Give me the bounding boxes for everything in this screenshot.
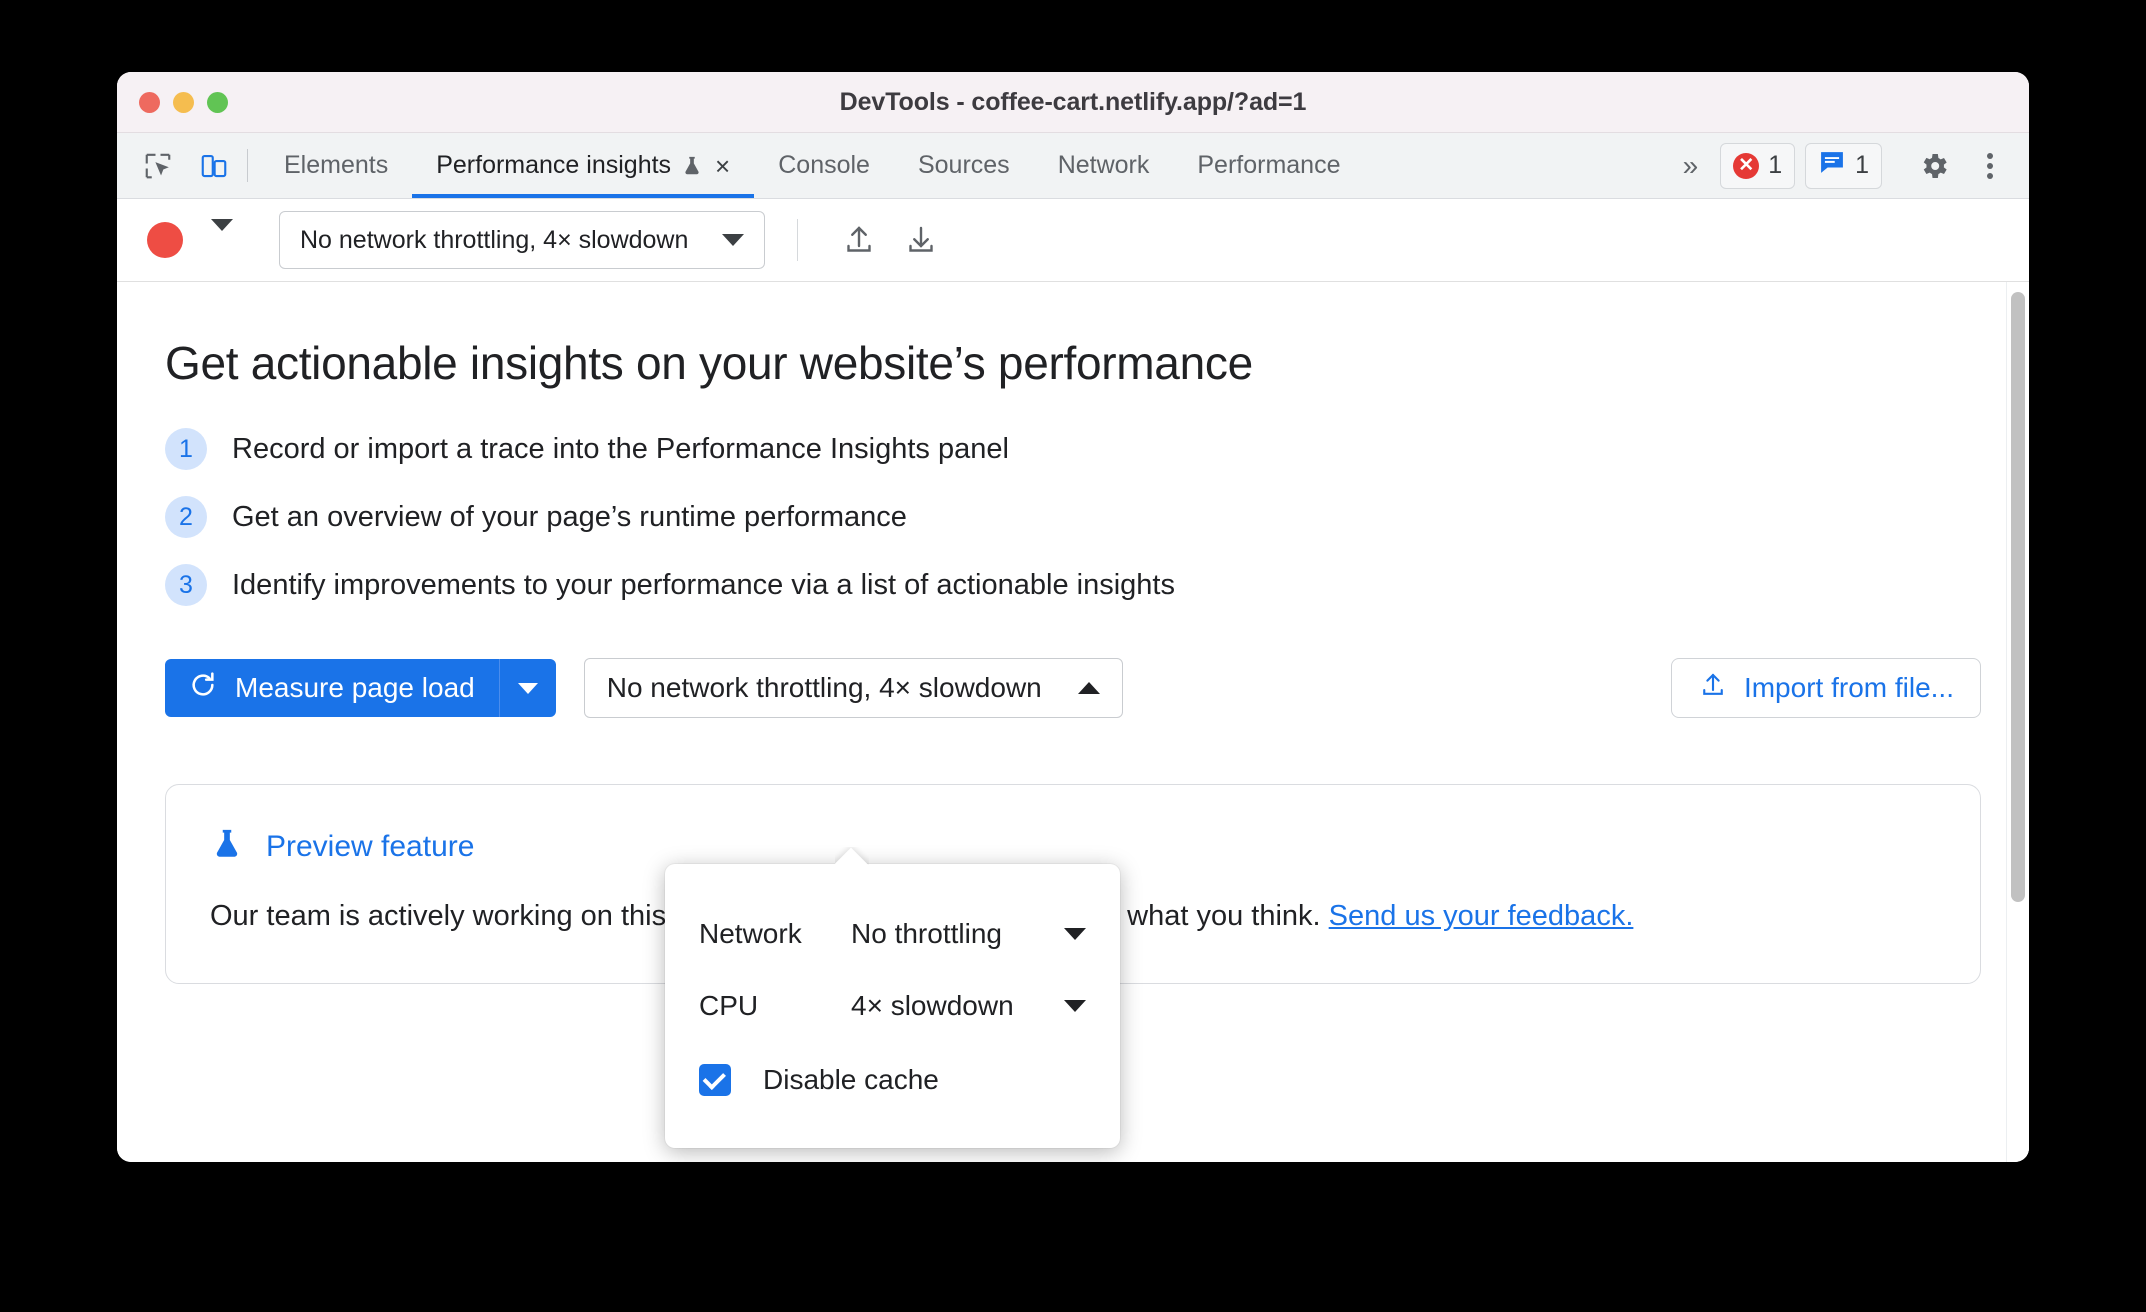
steps-list: 1 Record or import a trace into the Perf… [165, 428, 1981, 606]
more-tabs-icon[interactable]: » [1667, 150, 1711, 182]
tab-performance-insights[interactable]: Performance insights × [412, 133, 755, 198]
cpu-value: 4× slowdown [851, 990, 1014, 1021]
message-count: 1 [1855, 151, 1869, 179]
tab-bar-actions: » ✕ 1 1 [1667, 133, 2029, 198]
content-scrollbar[interactable] [2006, 282, 2029, 1162]
throttling-settings-popup: Network No throttling CPU 4× slowdown Di… [665, 864, 1120, 1148]
refresh-icon [187, 669, 219, 708]
window-title: DevTools - coffee-cart.netlify.app/?ad=1 [839, 87, 1307, 116]
disable-cache-checkbox[interactable] [699, 1064, 731, 1096]
disable-cache-row[interactable]: Disable cache [665, 1042, 1120, 1118]
kebab-dots [1987, 152, 1993, 179]
import-button-label: Import from file... [1743, 672, 1954, 703]
performance-toolbar: No network throttling, 4× slowdown [117, 199, 2029, 282]
tab-label: Elements [284, 151, 389, 179]
popup-row-cpu[interactable]: CPU 4× slowdown [665, 970, 1120, 1042]
tab-console[interactable]: Console [754, 133, 894, 198]
minimize-window-button[interactable] [173, 91, 194, 113]
throttling-settings-select[interactable]: No network throttling, 4× slowdown [583, 658, 1123, 718]
disable-cache-label: Disable cache [763, 1064, 939, 1095]
toolbar-divider [247, 149, 248, 182]
tab-label: Network [1057, 151, 1150, 179]
close-window-button[interactable] [139, 91, 160, 113]
tab-label: Performance [1197, 151, 1341, 179]
flask-icon [210, 825, 244, 868]
list-item: 2 Get an overview of your page’s runtime… [165, 496, 1981, 538]
devtools-tool-icons [117, 133, 237, 198]
flask-icon [681, 153, 703, 179]
import-from-file-button[interactable]: Import from file... [1670, 658, 1981, 718]
tab-sources[interactable]: Sources [894, 133, 1034, 198]
network-throttling-select[interactable]: No network throttling, 4× slowdown [279, 211, 766, 269]
screen-root: DevTools - coffee-cart.netlify.app/?ad=1 [0, 0, 2146, 1312]
chevron-down-icon [1064, 928, 1086, 940]
inspect-element-icon[interactable] [135, 143, 181, 189]
close-tab-icon[interactable]: × [715, 153, 730, 179]
popup-arrow [835, 847, 869, 865]
devtools-window: DevTools - coffee-cart.netlify.app/?ad=1 [117, 72, 2029, 1162]
window-controls [139, 72, 228, 132]
maximize-window-button[interactable] [207, 91, 228, 113]
title-bar: DevTools - coffee-cart.netlify.app/?ad=1 [117, 72, 2029, 133]
page-title: Get actionable insights on your website’… [165, 337, 1253, 389]
list-item: 1 Record or import a trace into the Perf… [165, 428, 1981, 470]
scrollbar-thumb[interactable] [2011, 292, 2025, 902]
device-toolbar-icon[interactable] [191, 143, 237, 189]
error-count: 1 [1768, 151, 1783, 179]
list-item: 3 Identify improvements to your performa… [165, 564, 1981, 606]
preview-feature-header: Preview feature [210, 825, 1936, 868]
toolbar-separator [797, 219, 799, 261]
error-icon: ✕ [1733, 152, 1760, 179]
tab-bar: Elements Performance insights × Console … [117, 133, 2029, 199]
network-label: Network [699, 918, 802, 949]
gear-icon[interactable] [1911, 143, 1957, 189]
tab-elements[interactable]: Elements [260, 133, 412, 198]
record-options-icon[interactable] [193, 219, 251, 249]
upload-icon [1698, 670, 1728, 707]
send-feedback-link[interactable]: Send us your feedback. [1329, 900, 1634, 932]
popup-row-network[interactable]: Network No throttling [665, 898, 1120, 970]
chevron-down-icon [722, 234, 745, 246]
step-text: Identify improvements to your performanc… [232, 568, 1175, 601]
record-button[interactable] [147, 222, 183, 258]
cpu-label: CPU [699, 990, 759, 1021]
check-icon [702, 1066, 726, 1090]
step-number: 2 [165, 496, 207, 538]
tab-label: Console [778, 151, 870, 179]
measure-page-load-button[interactable]: Measure page load [165, 659, 499, 717]
step-number: 1 [165, 428, 207, 470]
message-icon [1818, 150, 1846, 181]
tab-network[interactable]: Network [1034, 133, 1174, 198]
more-options-icon[interactable] [1967, 143, 2013, 189]
network-value: No throttling [851, 918, 1002, 949]
step-number: 3 [165, 564, 207, 606]
tab-label: Sources [917, 151, 1010, 179]
step-text: Record or import a trace into the Perfor… [232, 432, 1009, 465]
measure-options-button[interactable] [498, 659, 556, 717]
tab-label: Performance insights [436, 151, 672, 179]
chevron-up-icon [1077, 682, 1100, 694]
message-count-badge[interactable]: 1 [1805, 142, 1882, 189]
tab-performance[interactable]: Performance [1173, 133, 1364, 198]
error-count-badge[interactable]: ✕ 1 [1720, 142, 1796, 189]
panel-tabs: Elements Performance insights × Console … [260, 133, 1667, 198]
network-throttling-value: No network throttling, 4× slowdown [300, 225, 689, 254]
measure-button-label: Measure page load [235, 672, 475, 703]
save-profile-icon[interactable] [830, 211, 888, 269]
chevron-down-icon [517, 682, 538, 694]
throttling-select-value: No network throttling, 4× slowdown [606, 672, 1042, 703]
action-row: Measure page load No network throttling,… [165, 658, 1981, 718]
chevron-down-icon [1064, 1000, 1086, 1012]
preview-feature-title: Preview feature [266, 829, 475, 863]
step-text: Get an overview of your page’s runtime p… [232, 500, 907, 533]
load-profile-icon[interactable] [892, 211, 950, 269]
